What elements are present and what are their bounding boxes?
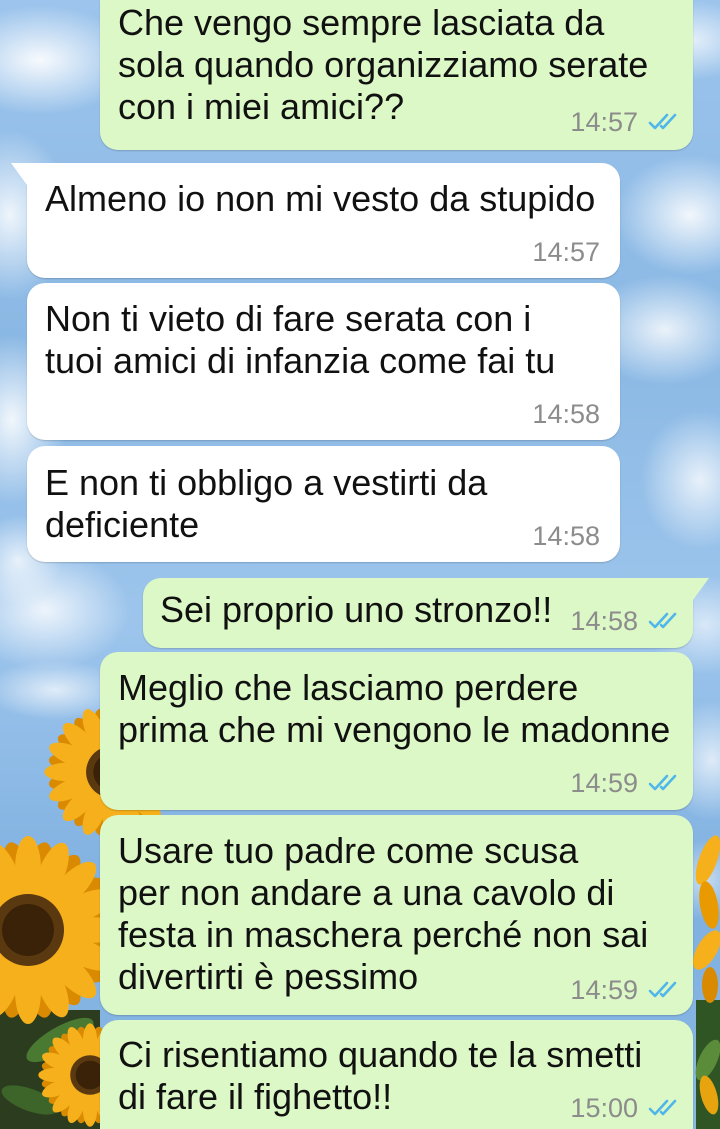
message-meta: 15:00 (570, 1093, 680, 1123)
message-bubble-outgoing[interactable]: Usare tuo padre come scusa per non andar… (100, 815, 693, 1015)
message-text: E non ti obbligo a vestirti da deficient… (45, 462, 488, 545)
bubble-tail (693, 578, 709, 600)
double-check-icon (648, 112, 680, 132)
message-text: Non ti vieto di fare serata con i tuoi a… (45, 298, 556, 381)
message-time: 14:57 (570, 107, 638, 137)
message-bubble-outgoing[interactable]: Sei proprio uno stronzo!! 14:58 (143, 578, 709, 648)
message-meta: 14:57 (570, 107, 680, 137)
message-meta: 14:58 (570, 606, 680, 636)
message-text: Che vengo sempre lasciata da sola quando… (118, 2, 649, 127)
bubble-tail (11, 163, 27, 185)
message-time: 14:58 (570, 606, 638, 636)
double-check-icon (648, 1098, 680, 1118)
message-text: Meglio che lasciamo perdere prima che mi… (118, 667, 671, 750)
message-text: Usare tuo padre come scusa per non andar… (118, 830, 649, 997)
message-time: 14:58 (532, 521, 600, 551)
sunflower-petal (702, 967, 718, 1003)
chat-screen[interactable]: Che vengo sempre lasciata da sola quando… (0, 0, 720, 1129)
message-meta: 14:59 (570, 975, 680, 1005)
message-text: Almeno io non mi vesto da stupido (45, 178, 596, 219)
message-meta: 14:58 (532, 399, 600, 429)
sunflower-petal (699, 881, 719, 929)
message-meta: 14:57 (532, 237, 600, 267)
message-bubble-incoming[interactable]: E non ti obbligo a vestirti da deficient… (27, 446, 620, 562)
message-bubble-outgoing[interactable]: Meglio che lasciamo perdere prima che mi… (100, 652, 693, 810)
double-check-icon (648, 980, 680, 1000)
message-bubble-outgoing[interactable]: Che vengo sempre lasciata da sola quando… (100, 0, 693, 150)
sunflower-petal (695, 835, 720, 885)
message-meta: 14:59 (570, 768, 680, 798)
message-bubble-incoming[interactable]: Almeno io non mi vesto da stupido 14:57 (11, 163, 620, 278)
double-check-icon (648, 611, 680, 631)
double-check-icon (648, 773, 680, 793)
message-time: 14:58 (532, 399, 600, 429)
message-text: Ci risentiamo quando te la smetti di far… (118, 1034, 643, 1117)
message-text: Sei proprio uno stronzo!! (160, 589, 553, 630)
message-time: 14:59 (570, 768, 638, 798)
message-bubble-incoming[interactable]: Non ti vieto di fare serata con i tuoi a… (27, 283, 620, 440)
message-time: 14:59 (570, 975, 638, 1005)
message-bubble-outgoing[interactable]: Ci risentiamo quando te la smetti di far… (100, 1020, 693, 1129)
message-meta: 14:58 (532, 521, 600, 551)
message-time: 14:57 (532, 237, 600, 267)
message-time: 15:00 (570, 1093, 638, 1123)
